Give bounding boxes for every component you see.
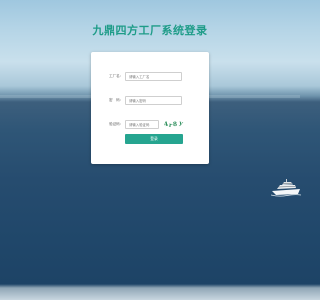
captcha-row: 验证码: 4 r 8 y <box>91 120 209 130</box>
captcha-char: y <box>177 119 184 128</box>
password-input[interactable] <box>125 96 182 105</box>
password-row: 密 码: <box>91 96 209 106</box>
captcha-char: 8 <box>172 120 178 129</box>
login-button[interactable]: 登录 <box>125 134 183 144</box>
factory-label: 工厂名: <box>109 74 121 78</box>
yacht-image <box>271 179 301 197</box>
captcha-image[interactable]: 4 r 8 y <box>163 119 183 130</box>
factory-row: 工厂名: <box>91 72 209 82</box>
factory-input[interactable] <box>125 72 182 81</box>
password-label: 密 码: <box>109 98 121 102</box>
login-panel: 工厂名: 密 码: 验证码: 4 r 8 y 登录 <box>91 52 209 164</box>
captcha-label: 验证码: <box>109 122 121 126</box>
captcha-input[interactable] <box>125 120 159 129</box>
page-title: 九鼎四方工厂系统登录 <box>92 24 208 37</box>
